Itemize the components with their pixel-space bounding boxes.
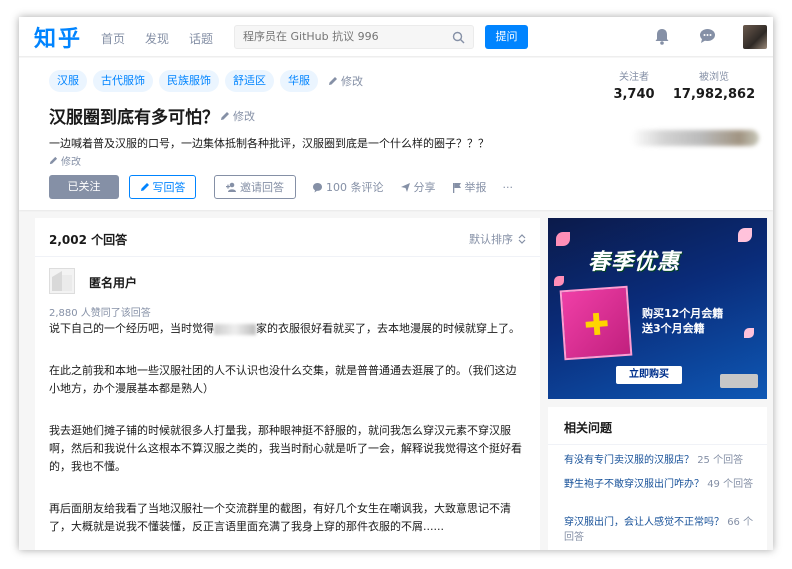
answer-content: 说下自己的一个经历吧，当时觉得 家的衣服很好看就买了，去本地漫展的时候就穿上了。 … [49, 320, 527, 550]
views-value: 17,982,862 [672, 87, 756, 102]
answer-paragraph: 再后面朋友给我看了当地汉服社一个交流群里的截图，有好几个女生在嘲讽我，大致意思记… [49, 502, 511, 533]
question-header: 汉服 古代服饰 民族服饰 舒适区 华服 修改 汉服圈到底有多可怕？ 修改 一边喊… [19, 58, 773, 210]
ps-plus-card: ✚ [559, 285, 633, 361]
answer-paragraph: 说下自己的一个经历吧，当时觉得 家的衣服很好看就买了，去本地漫展的时候就穿上了。 [49, 320, 527, 338]
edit-detail-button[interactable]: 修改 [49, 153, 81, 168]
redacted-mark [214, 323, 256, 335]
share-label: 分享 [413, 181, 436, 194]
edit-tags-button[interactable]: 修改 [328, 73, 363, 89]
answer-text: 说下自己的一个经历吧，当时觉得 [49, 322, 214, 335]
topic-tag[interactable]: 古代服饰 [93, 70, 153, 92]
search-input[interactable] [243, 30, 443, 43]
ad-subtitle-line: 送3个月会籍 [642, 322, 705, 335]
edit-detail-label: 修改 [61, 157, 81, 168]
share-button[interactable]: 分享 [400, 179, 436, 195]
nav-explore[interactable]: 发现 [145, 30, 169, 47]
topic-tag[interactable]: 舒适区 [225, 70, 274, 92]
answer-paragraph: 我去逛她们摊子铺的时候就很多人打量我，那种眼神挺不舒服的，就问我怎么穿汉元素不穿… [49, 424, 522, 473]
views-label: 被浏览 [699, 72, 729, 83]
write-answer-button[interactable]: 写回答 [129, 175, 196, 199]
add-user-icon [226, 182, 236, 192]
answers-panel: 2,002 个回答 默认排序 匿名用户 2,880 人赞同了该回答 说下自己的一… [35, 218, 540, 550]
search-icon[interactable] [452, 31, 465, 47]
user-avatar[interactable] [743, 25, 767, 49]
browser-viewport: 知乎 首页 发现 话题 提问 汉服 古代服饰 民族服饰 舒适区 华服 修 [19, 17, 773, 550]
ad-subtitle-line: 购买12个月会籍 [642, 307, 724, 320]
share-icon [400, 182, 410, 192]
top-navbar: 知乎 首页 发现 话题 提问 [19, 17, 773, 57]
question-title: 汉服圈到底有多可怕？ [49, 108, 219, 128]
edit-tags-label: 修改 [341, 75, 363, 88]
ad-subtitle: 购买12个月会籍 送3个月会籍 [642, 306, 723, 336]
ad-title: 春季优惠 [588, 250, 681, 275]
related-item: 野生袍子不敢穿汉服出门咋办？ 49 个回答 [564, 477, 760, 492]
nav-home[interactable]: 首页 [101, 30, 125, 47]
nav-topics[interactable]: 话题 [189, 30, 213, 47]
question-actions: 已关注 写回答 邀请回答 100 条评论 分享 举报 ··· [49, 175, 513, 199]
related-link[interactable]: 有没有专门卖汉服的汉服店？ [564, 455, 694, 466]
flower-decoration [738, 228, 752, 242]
ad-banner[interactable]: 春季优惠 ✚ 购买12个月会籍 送3个月会籍 立即购买 [548, 218, 767, 399]
topic-tag[interactable]: 民族服饰 [159, 70, 219, 92]
plus-icon: ✚ [582, 307, 611, 344]
views-stat: 被浏览 17,982,862 [669, 68, 759, 102]
answer-count: 2,002 个回答 [49, 233, 128, 247]
more-button[interactable]: ··· [503, 181, 514, 194]
anonymous-avatar [49, 268, 75, 294]
report-button[interactable]: 举报 [452, 179, 487, 195]
blurred-watermark [631, 130, 759, 146]
flag-icon [452, 182, 461, 193]
related-link[interactable]: 穿汉服出门，会让人感觉不正常吗？ [564, 517, 724, 528]
sort-toggle-icon [518, 234, 526, 244]
flower-decoration [554, 276, 564, 286]
answer-text: 家的衣服很好看就买了，去本地漫展的时候就穿上了。 [256, 322, 520, 335]
pencil-icon [140, 183, 149, 191]
comments-button[interactable]: 100 条评论 [312, 179, 384, 195]
topic-tag[interactable]: 汉服 [49, 70, 87, 92]
invite-answer-button[interactable]: 邀请回答 [214, 175, 296, 199]
related-count: 25 个回答 [697, 455, 744, 466]
pencil-icon [329, 77, 337, 85]
related-questions: 相关问题 有没有专门卖汉服的汉服店？ 25 个回答 野生袍子不敢穿汉服出门咋办？… [548, 407, 767, 550]
ad-buy-button[interactable]: 立即购买 [616, 366, 682, 384]
related-title: 相关问题 [564, 421, 613, 435]
answer-author[interactable]: 匿名用户 [89, 274, 137, 291]
playstation-logo [720, 374, 758, 388]
answer-votes: 2,880 人赞同了该回答 [49, 308, 151, 319]
sort-label: 默认排序 [469, 233, 513, 246]
related-link[interactable]: 野生袍子不敢穿汉服出门咋办？ [564, 479, 704, 490]
invite-answer-label: 邀请回答 [240, 181, 284, 194]
edit-title-label: 修改 [233, 110, 255, 123]
edit-title-button[interactable]: 修改 [220, 108, 255, 124]
related-count: 49 个回答 [707, 479, 754, 490]
message-icon[interactable] [699, 28, 716, 47]
sort-dropdown[interactable]: 默认排序 [469, 231, 526, 247]
write-answer-label: 写回答 [152, 181, 186, 194]
question-detail: 一边喊着普及汉服的口号，一边集体抵制各种批评，汉服圈到底是一个什么样的圈子？？？ [49, 137, 489, 150]
related-item: 穿汉服出门，会让人感觉不正常吗？ 66 个回答 [564, 515, 760, 545]
followed-button[interactable]: 已关注 [49, 175, 119, 199]
pencil-icon [49, 156, 58, 165]
flower-decoration [744, 328, 754, 338]
flower-decoration [556, 232, 570, 246]
followers-value: 3,740 [613, 87, 655, 102]
followers-label: 关注者 [619, 72, 649, 83]
related-item: 有没有专门卖汉服的汉服店？ 25 个回答 [564, 453, 760, 468]
pencil-icon [221, 112, 229, 120]
comments-label: 100 条评论 [326, 181, 384, 194]
ask-button[interactable]: 提问 [485, 25, 528, 49]
bell-icon[interactable] [654, 28, 670, 48]
search-box [234, 25, 474, 49]
divider [35, 256, 540, 257]
zhihu-logo[interactable]: 知乎 [34, 21, 82, 53]
answer-paragraph: 在此之前我和本地一些汉服社团的人不认识也没什么交集，就是普普通通去逛展了的。（我… [49, 364, 517, 395]
divider [548, 444, 767, 445]
followers-stat[interactable]: 关注者 3,740 [609, 68, 659, 102]
topic-tags: 汉服 古代服饰 民族服饰 舒适区 华服 修改 [49, 70, 363, 92]
topic-tag[interactable]: 华服 [280, 70, 318, 92]
comment-icon [313, 182, 322, 192]
report-label: 举报 [464, 181, 487, 194]
